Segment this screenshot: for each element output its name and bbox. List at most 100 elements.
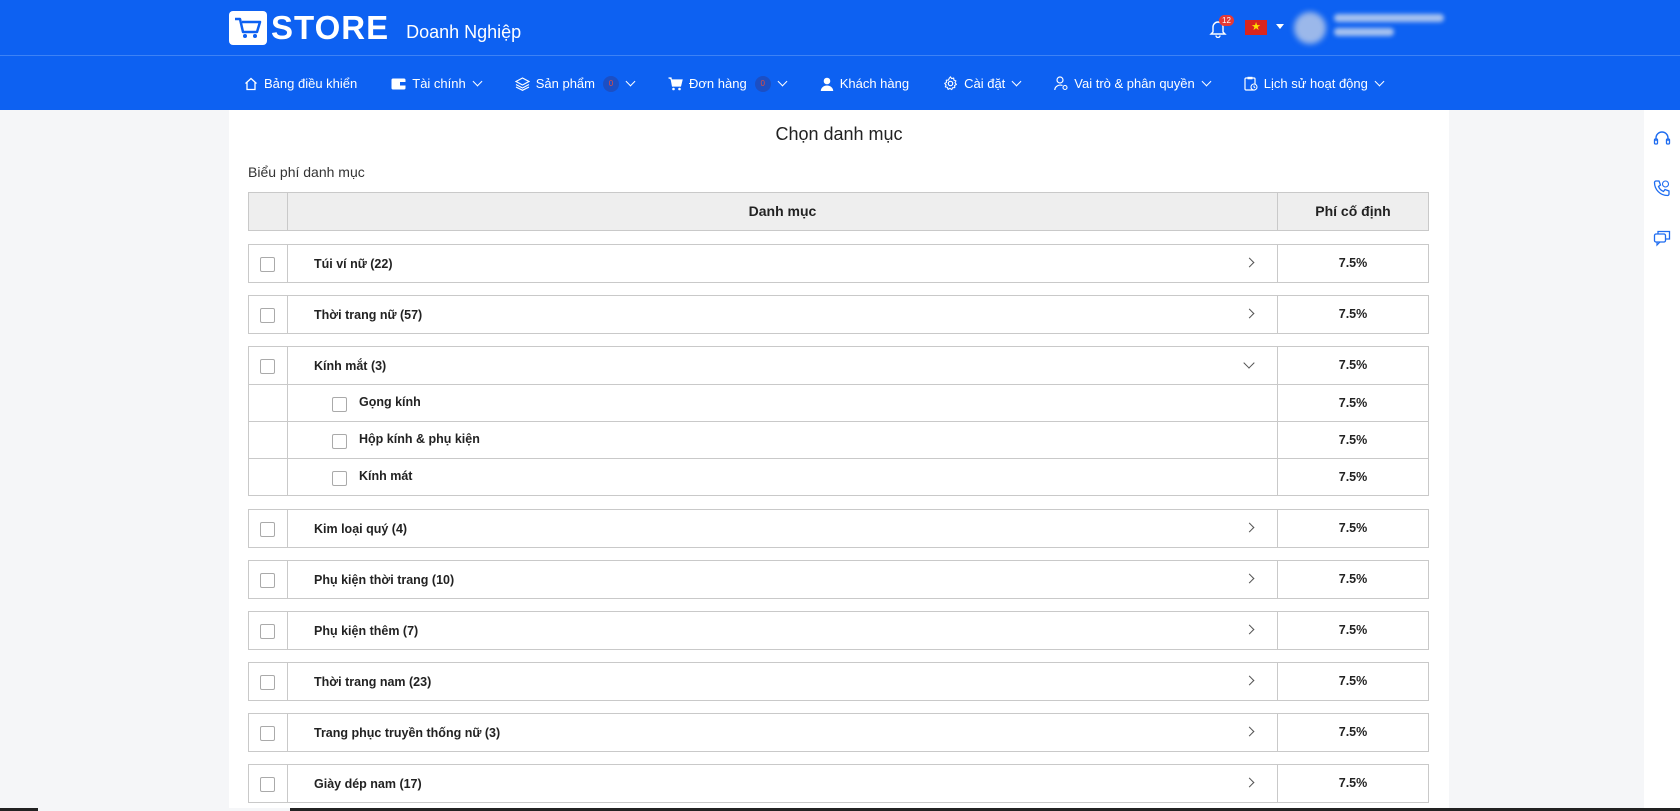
chevron-right-icon[interactable]: [1244, 257, 1255, 268]
category-cell[interactable]: Thời trang nam (23): [288, 663, 1278, 700]
subcategory-row[interactable]: Gọng kính 7.5%: [249, 384, 1428, 421]
history-icon: [1244, 76, 1258, 91]
category-checkbox[interactable]: [260, 359, 275, 374]
phone-call-icon[interactable]: [1653, 179, 1671, 197]
category-checkbox[interactable]: [260, 308, 275, 323]
nav-roles[interactable]: Vai trò & phân quyền: [1054, 76, 1212, 91]
check-cell: [249, 663, 288, 700]
category-checkbox[interactable]: [260, 573, 275, 588]
main-nav: Bảng điều khiển Tài chính Sản phẩm 0 Đơn…: [244, 56, 1417, 111]
nav-customers[interactable]: Khách hàng: [820, 76, 909, 91]
subcategory-row[interactable]: Kính mát 7.5%: [249, 458, 1428, 495]
category-checkbox[interactable]: [260, 257, 275, 272]
home-icon: [245, 77, 257, 90]
chevron-right-icon[interactable]: [1244, 624, 1255, 635]
table-row[interactable]: Thời trang nữ (57) 7.5%: [249, 296, 1428, 333]
category-selection-panel: Chọn danh mục Biểu phí danh mục Danh mục…: [229, 110, 1449, 811]
notification-count-badge: 12: [1219, 15, 1234, 26]
nav-orders[interactable]: Đơn hàng 0: [668, 75, 788, 92]
subcategory-checkbox[interactable]: [332, 471, 347, 486]
category-group: Thời trang nữ (57) 7.5%: [248, 295, 1429, 334]
subcategory-cell[interactable]: Gọng kính: [288, 385, 1278, 421]
page-title: Chọn danh mục: [775, 124, 903, 144]
layers-icon: [514, 76, 530, 91]
category-cell[interactable]: Kính mắt (3): [288, 347, 1278, 384]
table-row[interactable]: Kính mắt (3) 7.5%: [249, 347, 1428, 384]
category-cell[interactable]: Thời trang nữ (57): [288, 296, 1278, 333]
chevron-down-icon[interactable]: [1243, 357, 1255, 369]
table-row[interactable]: Túi ví nữ (22) 7.5%: [249, 245, 1428, 282]
check-cell: [249, 347, 288, 384]
category-cell[interactable]: Túi ví nữ (22): [288, 245, 1278, 282]
chevron-right-icon[interactable]: [1244, 726, 1255, 737]
table-row[interactable]: Kim loại quý (4) 7.5%: [249, 510, 1428, 547]
category-label: Kim loại quý (4): [314, 522, 408, 536]
subcategory-label: Hộp kính & phụ kiện: [359, 432, 480, 446]
avatar[interactable]: [1294, 12, 1326, 44]
table-row[interactable]: Giày dép nam (17) 7.5%: [249, 765, 1428, 802]
category-checkbox[interactable]: [260, 624, 275, 639]
subcategory-cell[interactable]: Hộp kính & phụ kiện: [288, 422, 1278, 458]
category-group: Túi ví nữ (22) 7.5%: [248, 244, 1429, 283]
chevron-right-icon[interactable]: [1244, 522, 1255, 533]
table-row[interactable]: Phụ kiện thêm (7) 7.5%: [249, 612, 1428, 649]
fee-cell: 7.5%: [1338, 433, 1368, 447]
category-cell[interactable]: Phụ kiện thêm (7): [288, 612, 1278, 649]
role-icon: [1054, 76, 1068, 91]
category-cell[interactable]: Trang phục truyền thống nữ (3): [288, 714, 1278, 751]
nav-settings[interactable]: Cài đặt: [943, 76, 1022, 91]
check-cell: [249, 245, 288, 282]
check-cell: [249, 714, 288, 751]
table-row[interactable]: Trang phục truyền thống nữ (3) 7.5%: [249, 714, 1428, 751]
category-cell[interactable]: Kim loại quý (4): [288, 510, 1278, 547]
check-cell: [249, 561, 288, 598]
subcategory-cell[interactable]: Kính mát: [288, 459, 1278, 495]
category-checkbox[interactable]: [260, 726, 275, 741]
category-cell[interactable]: Phụ kiện thời trang (10): [288, 561, 1278, 598]
category-checkbox[interactable]: [260, 675, 275, 690]
nav-dashboard[interactable]: Bảng điều khiển: [244, 76, 357, 91]
category-label: Kính mắt (3): [314, 359, 387, 373]
nav-history-label: Lịch sử hoạt động: [1263, 76, 1368, 91]
check-cell: [249, 385, 288, 421]
table-row[interactable]: Thời trang nam (23) 7.5%: [249, 663, 1428, 700]
gear-icon: [944, 76, 958, 91]
chat-icon[interactable]: [1653, 229, 1671, 247]
subcategory-row[interactable]: Hộp kính & phụ kiện 7.5%: [249, 421, 1428, 458]
nav-history[interactable]: Lịch sử hoạt động: [1244, 76, 1385, 91]
category-label: Giày dép nam (17): [314, 777, 422, 791]
category-group: Trang phục truyền thống nữ (3) 7.5%: [248, 713, 1429, 752]
cart-logo-icon: [229, 11, 267, 45]
wallet-icon: [391, 78, 406, 90]
category-cell[interactable]: Giày dép nam (17): [288, 765, 1278, 802]
table-row[interactable]: Phụ kiện thời trang (10) 7.5%: [249, 561, 1428, 598]
nav-finance[interactable]: Tài chính: [391, 76, 483, 91]
subcategory-checkbox[interactable]: [332, 397, 347, 412]
main-nav-bar: Bảng điều khiển Tài chính Sản phẩm 0 Đơn…: [0, 55, 1680, 110]
subcategory-checkbox[interactable]: [332, 434, 347, 449]
chevron-right-icon[interactable]: [1244, 308, 1255, 319]
user-info-blurred[interactable]: [1334, 14, 1450, 40]
vietnam-flag-icon[interactable]: ★: [1245, 20, 1267, 35]
category-group-expanded: Kính mắt (3) 7.5% Gọng kính 7.5% Hộp kín…: [248, 346, 1429, 496]
chevron-right-icon[interactable]: [1244, 777, 1255, 788]
language-caret-icon[interactable]: [1276, 24, 1284, 29]
products-count-badge: 0: [603, 75, 619, 92]
check-cell: [249, 510, 288, 547]
chevron-right-icon[interactable]: [1244, 675, 1255, 686]
fee-cell: 7.5%: [1338, 776, 1368, 790]
fee-cell: 7.5%: [1338, 674, 1368, 688]
store-logo[interactable]: STORE Doanh Nghiệp: [229, 11, 521, 45]
chevron-down-icon: [1201, 76, 1212, 87]
category-label: Phụ kiện thời trang (10): [314, 573, 455, 587]
header-check-cell: [249, 193, 288, 230]
category-checkbox[interactable]: [260, 522, 275, 537]
fee-cell: 7.5%: [1338, 623, 1368, 637]
headset-icon[interactable]: [1653, 130, 1671, 148]
nav-products[interactable]: Sản phẩm 0: [514, 75, 636, 92]
logo-subtitle: Doanh Nghiệp: [406, 21, 522, 42]
fee-cell: 7.5%: [1338, 307, 1368, 321]
top-header: STORE Doanh Nghiệp 12 ★: [0, 0, 1680, 55]
chevron-right-icon[interactable]: [1244, 573, 1255, 584]
category-checkbox[interactable]: [260, 777, 275, 792]
